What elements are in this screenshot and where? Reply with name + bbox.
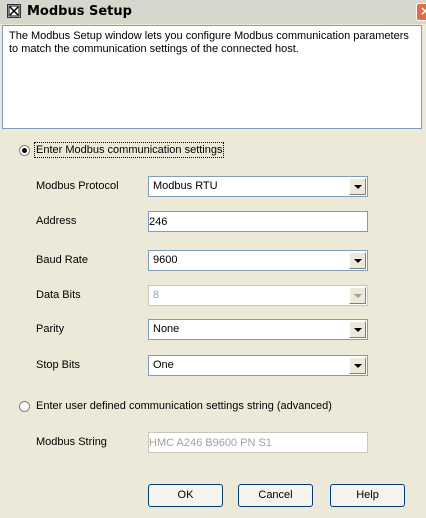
chevron-down-icon	[349, 287, 366, 304]
chevron-down-icon[interactable]	[349, 252, 366, 269]
description-text: The Modbus Setup window lets you configu…	[9, 30, 409, 55]
data-bits-select: 8	[148, 285, 368, 306]
radio-enter-settings-label[interactable]: Enter Modbus communication settings	[33, 142, 225, 158]
data-bits-value: 8	[153, 289, 160, 301]
title-bar[interactable]: Modbus Setup ×	[0, 0, 426, 24]
modbus-string-input	[148, 432, 368, 453]
parity-value: None	[153, 323, 180, 335]
ok-button[interactable]: OK	[148, 484, 223, 507]
address-label: Address	[36, 215, 77, 227]
baud-rate-value: 9600	[153, 254, 178, 266]
modbus-string-label: Modbus String	[36, 436, 107, 448]
description-box: The Modbus Setup window lets you configu…	[2, 25, 422, 129]
modbus-protocol-value: Modbus RTU	[153, 180, 218, 192]
help-button[interactable]: Help	[330, 484, 405, 507]
baud-rate-label: Baud Rate	[36, 254, 88, 266]
radio-user-string[interactable]	[19, 401, 30, 412]
radio-enter-settings[interactable]	[19, 145, 30, 156]
close-icon: ×	[419, 4, 426, 18]
stop-bits-label: Stop Bits	[36, 359, 81, 371]
cancel-button[interactable]: Cancel	[238, 484, 313, 507]
stop-bits-select[interactable]: One	[148, 355, 368, 376]
window-title: Modbus Setup	[27, 4, 132, 19]
close-button[interactable]: ×	[416, 3, 426, 21]
parity-label: Parity	[36, 323, 65, 335]
chevron-down-icon[interactable]	[349, 178, 366, 195]
baud-rate-select[interactable]: 9600	[148, 250, 368, 271]
parity-select[interactable]: None	[148, 319, 368, 340]
modbus-window-icon	[7, 4, 21, 18]
address-input[interactable]	[148, 211, 368, 232]
stop-bits-value: One	[153, 359, 174, 371]
modbus-protocol-select[interactable]: Modbus RTU	[148, 176, 368, 197]
modbus-protocol-label: Modbus Protocol	[36, 180, 119, 192]
chevron-down-icon[interactable]	[349, 357, 366, 374]
data-bits-label: Data Bits	[36, 289, 81, 301]
chevron-down-icon[interactable]	[349, 321, 366, 338]
radio-user-string-label[interactable]: Enter user defined communication setting…	[36, 400, 332, 412]
